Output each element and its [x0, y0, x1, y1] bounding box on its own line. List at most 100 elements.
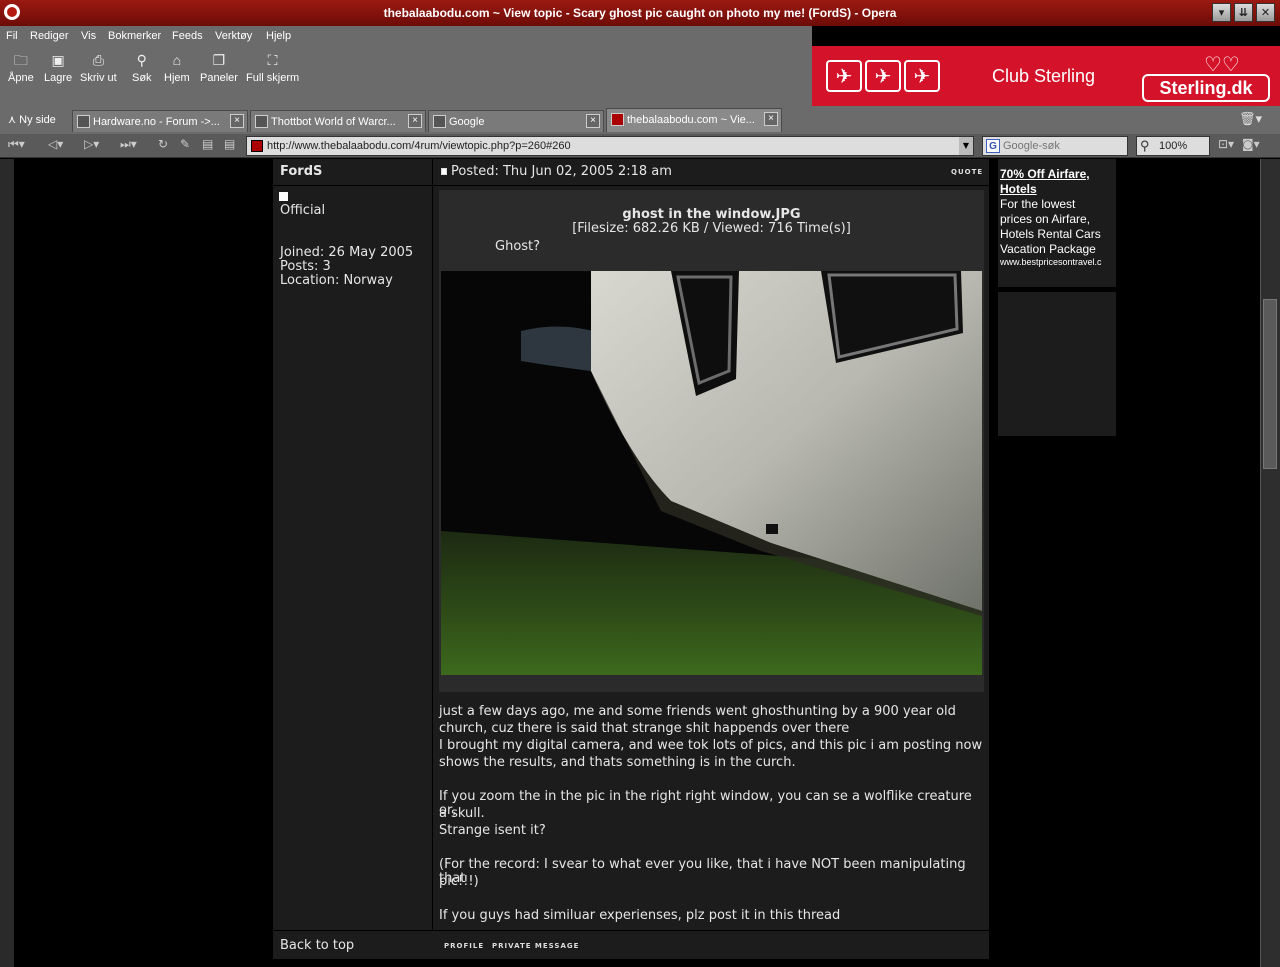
search-input[interactable] [1003, 138, 1113, 154]
close-window-button[interactable]: ✕ [1256, 3, 1275, 22]
close-tab-icon[interactable]: × [230, 114, 244, 128]
post-icon [441, 168, 447, 175]
body-line: (For the record: I svear to what ever yo… [439, 857, 966, 886]
new-tab-button[interactable]: ⋏ Ny side [8, 113, 56, 126]
banner-club-text: Club Sterling [992, 66, 1096, 86]
author-posts: Posts: 3 [280, 259, 331, 274]
footer-divider [273, 930, 989, 931]
ad-body-line: prices on Airfare, [1000, 212, 1091, 226]
scrollbar-thumb[interactable] [1263, 299, 1277, 469]
tab-label: thebalaabodu.com ~ Vie... [627, 114, 755, 126]
fullscreen-button[interactable]: ⛶ Full skjerm [246, 52, 299, 84]
menu-view[interactable]: Vis [81, 30, 96, 42]
airplane-icons: ✈ ✈ ✈ [826, 60, 943, 92]
minimize-button[interactable]: ▾ [1212, 3, 1231, 22]
menu-edit[interactable]: Rediger [30, 30, 69, 42]
panels-button[interactable]: ❐ Paneler [200, 52, 238, 84]
restore-button[interactable]: ⇊ [1234, 3, 1253, 22]
ad-headline-line: Hotels [1000, 182, 1037, 196]
magnifier-icon: ⚲ [136, 52, 147, 68]
ad-headline[interactable]: 70% Off Airfare, Hotels [1000, 167, 1114, 197]
profile-button[interactable]: PROFILE [444, 942, 484, 950]
airplane-icon: ✈ [865, 60, 901, 92]
fullscreen-label: Full skjerm [246, 72, 300, 84]
reload-icon[interactable]: ↻ [158, 137, 168, 151]
camera-icon[interactable]: ◙▾ [1242, 137, 1260, 151]
print-button[interactable]: ⎙ Skriv ut [80, 52, 117, 84]
airplane-icon: ✈ [904, 60, 940, 92]
back-icon[interactable]: ◁▾ [48, 137, 63, 151]
menu-tools[interactable]: Verktøy [215, 30, 252, 42]
body-line: I brought my digital camera, and wee tok… [439, 738, 983, 753]
attachment-comment: Ghost? [495, 239, 541, 254]
page-add-icon[interactable]: ▤ [224, 137, 235, 151]
attachment-filename[interactable]: ghost in the window.JPG [439, 207, 984, 222]
url-dropdown-icon[interactable]: ▼ [959, 137, 973, 155]
open-label: Åpne [8, 72, 34, 84]
body-line: church, cuz there is said that strange s… [439, 721, 850, 736]
site-favicon-icon [611, 113, 624, 126]
header-divider [273, 185, 989, 186]
private-message-button[interactable]: PRIVATE MESSAGE [492, 942, 579, 950]
ad-url[interactable]: www.bestpricesontravel.c [1000, 257, 1114, 267]
quote-button[interactable]: QUOTE [951, 168, 983, 176]
forum-post: FordS Official Joined: 26 May 2005 Posts… [273, 159, 989, 959]
body-line: shows the results, and thats something i… [439, 755, 796, 770]
main-toolbar: 🗀 Åpne ▣ Lagre ⎙ Skriv ut ⚲ Søk ⌂ Hjem ❐… [0, 46, 812, 106]
site-favicon-icon [251, 140, 263, 152]
search-label: Søk [132, 72, 152, 84]
url-input[interactable] [267, 138, 957, 154]
body-line: Strange isent it? [439, 823, 546, 838]
ad-body-line: For the lowest [1000, 197, 1076, 211]
printer-icon: ⎙ [92, 52, 104, 68]
author-location: Location: Norway [280, 273, 393, 288]
tab-balaabodu[interactable]: thebalaabodu.com ~ Vie... × [606, 108, 782, 132]
close-tab-icon[interactable]: × [586, 114, 600, 128]
home-button[interactable]: ⌂ Hjem [164, 52, 190, 84]
back-to-top-link[interactable]: Back to top [280, 938, 354, 953]
tab-google[interactable]: Google × [428, 110, 604, 132]
panels-label: Paneler [200, 72, 238, 84]
sterling-banner-ad[interactable]: ✈ ✈ ✈ Club Sterling ♡♡ Sterling.dk [812, 46, 1280, 106]
page-icon[interactable]: ▤ [202, 137, 213, 151]
close-tab-icon[interactable]: × [408, 114, 422, 128]
edit-icon[interactable]: ✎ [180, 137, 190, 151]
address-field[interactable]: ▼ [246, 136, 974, 156]
post-rank: Official [280, 203, 326, 218]
menu-feeds[interactable]: Feeds [172, 30, 203, 42]
vertical-scrollbar[interactable] [1260, 159, 1280, 967]
post-author[interactable]: FordS [280, 164, 322, 179]
save-label: Lagre [44, 72, 73, 84]
menu-file[interactable]: Fil [6, 30, 18, 42]
lock-icon[interactable]: ⊡▾ [1218, 137, 1234, 151]
menu-bookmarks[interactable]: Bokmerker [108, 30, 161, 42]
tab-label: Hardware.no - Forum ->... [93, 116, 220, 128]
zoom-control[interactable]: ⚲ 100% [1136, 136, 1210, 156]
fast-forward-icon[interactable]: ⏭▾ [120, 137, 137, 152]
rewind-icon[interactable]: ⏮▾ [8, 137, 25, 152]
open-button[interactable]: 🗀 Åpne [8, 52, 34, 84]
side-ad[interactable]: 70% Off Airfare, Hotels For the lowest p… [998, 159, 1116, 287]
address-toolbar: ⏮▾ ◁▾ ▷▾ ⏭▾ ↻ ✎ ▤ ▤ ▼ G ⚲ 100% ⊡▾ ◙▾ [0, 134, 1280, 158]
new-tab-label: Ny side [19, 114, 56, 126]
rank-icon [279, 192, 288, 201]
tab-hardware[interactable]: Hardware.no - Forum ->... × [72, 110, 248, 132]
zoom-icon: ⚲ [1140, 138, 1150, 153]
tab-favicon-icon [77, 115, 90, 128]
search-button[interactable]: ⚲ Søk [132, 52, 152, 84]
tab-label: Thottbot World of Warcr... [271, 116, 396, 128]
print-label: Skriv ut [80, 72, 117, 84]
search-field[interactable]: G [982, 136, 1128, 156]
trash-icon[interactable]: 🗑▾ [1239, 112, 1262, 127]
google-favicon-icon [433, 115, 446, 128]
title-bar: thebalaabodu.com ~ View topic - Scary gh… [0, 0, 1280, 26]
forward-icon[interactable]: ▷▾ [84, 137, 99, 151]
menu-help[interactable]: Hjelp [266, 30, 291, 42]
panels-icon: ❐ [212, 52, 226, 68]
save-button[interactable]: ▣ Lagre [44, 52, 72, 84]
close-tab-icon[interactable]: × [764, 112, 778, 126]
ghost-photo[interactable] [441, 271, 982, 675]
body-line: just a few days ago, me and some friends… [439, 704, 956, 719]
floppy-icon: ▣ [51, 52, 65, 68]
tab-thottbot[interactable]: Thottbot World of Warcr... × [250, 110, 426, 132]
